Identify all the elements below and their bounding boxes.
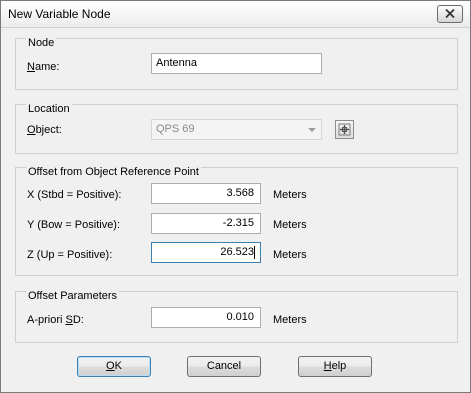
apriori-sd-label: A-priori SD: [27, 314, 84, 326]
object-picker-button[interactable] [335, 120, 354, 139]
offset-x-unit: Meters [273, 189, 307, 201]
close-icon [445, 9, 455, 18]
cancel-button-label: Cancel [206, 360, 242, 372]
node-group: Node Name: Antenna [15, 37, 458, 90]
offset-x-label: X (Stbd = Positive): [27, 189, 122, 201]
object-label: Object: [27, 124, 62, 136]
offset-z-value: 26.523 [220, 246, 254, 258]
object-dropdown[interactable]: QPS 69 [151, 119, 322, 140]
help-button-text: elp [331, 360, 347, 372]
location-group-title: Location [26, 103, 72, 115]
object-label-mnemonic: O [27, 124, 36, 136]
node-group-title: Node [26, 37, 57, 49]
name-input[interactable]: Antenna [151, 53, 322, 74]
offset-x-input[interactable]: 3.568 [151, 183, 261, 204]
chevron-down-icon[interactable] [304, 120, 321, 139]
apriori-sd-label-pre: A-priori [27, 314, 66, 326]
help-button[interactable]: Help [298, 356, 372, 377]
offset-z-input[interactable]: 26.523 [151, 242, 261, 263]
ok-button[interactable]: OK [77, 356, 151, 377]
offset-y-value: -2.315 [222, 217, 254, 229]
location-group: Location Object: QPS 69 [15, 103, 458, 154]
close-button[interactable] [437, 5, 463, 23]
offset-y-unit: Meters [273, 219, 307, 231]
help-button-mnemonic: H [323, 360, 332, 372]
apriori-sd-unit: Meters [273, 314, 307, 326]
object-label-text: bject: [35, 124, 62, 136]
offset-y-input[interactable]: -2.315 [151, 213, 261, 234]
text-caret [254, 246, 255, 259]
ok-button-mnemonic: O [106, 360, 115, 372]
apriori-sd-label-mnemonic: S [65, 314, 73, 326]
apriori-sd-value: 0.010 [226, 311, 254, 323]
name-label: Name: [27, 61, 59, 73]
apriori-sd-input[interactable]: 0.010 [151, 307, 261, 328]
offset-parameters-group: Offset Parameters A-priori SD: 0.010 Met… [15, 290, 458, 343]
offset-parameters-title: Offset Parameters [26, 290, 120, 302]
cancel-button[interactable]: Cancel [187, 356, 261, 377]
crosshair-icon [338, 123, 351, 136]
object-dropdown-value: QPS 69 [156, 123, 195, 135]
offset-x-value: 3.568 [226, 187, 254, 199]
offset-z-label: Z (Up = Positive): [27, 249, 113, 261]
window-title: New Variable Node [8, 7, 111, 21]
title-bar[interactable]: New Variable Node [1, 1, 470, 28]
offset-z-unit: Meters [273, 249, 307, 261]
name-input-value: Antenna [156, 57, 197, 69]
apriori-sd-label-post: D: [72, 314, 84, 326]
offset-group: Offset from Object Reference Point X (St… [15, 166, 458, 276]
name-label-text: ame: [34, 61, 60, 73]
offset-group-title: Offset from Object Reference Point [26, 166, 201, 178]
ok-button-text: K [114, 360, 122, 372]
offset-y-label: Y (Bow = Positive): [27, 219, 121, 231]
dialog-window: New Variable Node Node Name: Antenna Loc… [0, 0, 471, 393]
name-label-mnemonic: N [27, 61, 35, 73]
